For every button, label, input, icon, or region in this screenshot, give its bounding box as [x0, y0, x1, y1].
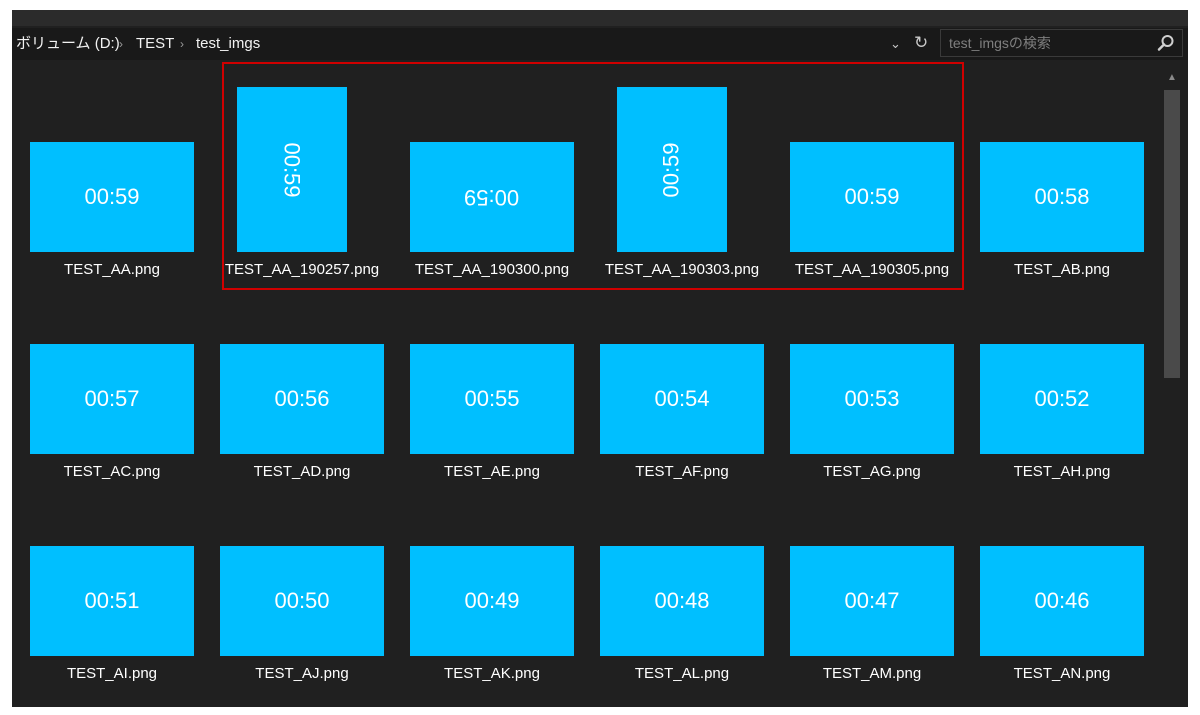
- file-name-label[interactable]: TEST_AK.png: [392, 665, 592, 683]
- refresh-icon[interactable]: ↻: [914, 34, 928, 52]
- file-thumbnail[interactable]: 00:57: [30, 344, 194, 454]
- file-item[interactable]: 00:56 TEST_AD.png: [212, 274, 392, 480]
- file-name-label[interactable]: TEST_AL.png: [582, 665, 782, 683]
- thumbnail-time-text: 00:57: [84, 386, 140, 411]
- thumbnail-time-text: 00:54: [654, 386, 710, 411]
- scroll-up-icon[interactable]: ▲: [1167, 72, 1177, 84]
- file-item[interactable]: 00:54 TEST_AF.png: [592, 274, 772, 480]
- thumbnail-time-text: 00:58: [1034, 184, 1090, 209]
- thumbnail-time-text: 00:56: [274, 386, 330, 411]
- thumbnail-time-text: 00:55: [464, 386, 520, 411]
- search-box[interactable]: [940, 29, 1183, 57]
- thumbnail-time-text: 00:59: [84, 184, 140, 209]
- file-item[interactable]: 00:52 TEST_AH.png: [972, 274, 1152, 480]
- file-item[interactable]: 00:50 TEST_AJ.png: [212, 476, 392, 682]
- chevron-right-icon[interactable]: ›: [119, 36, 123, 52]
- file-item[interactable]: 00:58 TEST_AB.png: [972, 72, 1152, 278]
- file-item[interactable]: 00:51 TEST_AI.png: [22, 476, 202, 682]
- file-thumbnail[interactable]: 00:52: [980, 344, 1144, 454]
- scroll-thumb[interactable]: [1164, 90, 1180, 378]
- file-item[interactable]: 00:49 TEST_AK.png: [402, 476, 582, 682]
- thumbnail-time-text: 00:47: [844, 588, 900, 613]
- breadcrumb-test-imgs[interactable]: test_imgs: [196, 36, 260, 52]
- file-item[interactable]: 00:47 TEST_AM.png: [782, 476, 962, 682]
- file-thumbnail[interactable]: 00:55: [410, 344, 574, 454]
- file-item[interactable]: 00:55 TEST_AE.png: [402, 274, 582, 480]
- title-strip: [12, 10, 1188, 26]
- file-thumbnail[interactable]: 00:46: [980, 546, 1144, 656]
- thumbnail-time-text: 00:49: [464, 588, 520, 613]
- file-thumbnail[interactable]: 00:58: [980, 142, 1144, 252]
- file-item[interactable]: 00:59 TEST_AA.png: [22, 72, 202, 278]
- search-icon[interactable]: [1156, 33, 1176, 53]
- file-thumbnail[interactable]: 00:53: [790, 344, 954, 454]
- file-item[interactable]: 00:48 TEST_AL.png: [592, 476, 772, 682]
- thumbnail-time-text: 00:53: [844, 386, 900, 411]
- file-thumbnail[interactable]: 00:54: [600, 344, 764, 454]
- file-item[interactable]: 00:46 TEST_AN.png: [972, 476, 1152, 682]
- file-name-label[interactable]: TEST_AJ.png: [202, 665, 402, 683]
- file-thumbnail[interactable]: 00:51: [30, 546, 194, 656]
- file-grid: 00:59 TEST_AA.png 00:59 TEST_AA_190257.png 0…: [12, 62, 1188, 707]
- chevron-down-icon[interactable]: ⌄: [890, 36, 901, 52]
- breadcrumb-test[interactable]: TEST: [136, 36, 174, 52]
- file-thumbnail[interactable]: 00:47: [790, 546, 954, 656]
- file-item[interactable]: 00:53 TEST_AG.png: [782, 274, 962, 480]
- chevron-right-icon[interactable]: ›: [180, 36, 184, 52]
- search-input[interactable]: [949, 34, 1149, 52]
- file-name-label[interactable]: TEST_AM.png: [772, 665, 972, 683]
- thumbnail-time-text: 00:52: [1034, 386, 1090, 411]
- selection-outline: [222, 62, 964, 290]
- file-name-label[interactable]: TEST_AN.png: [962, 665, 1162, 683]
- file-name-label[interactable]: TEST_AI.png: [12, 665, 212, 683]
- file-thumbnail[interactable]: 00:50: [220, 546, 384, 656]
- address-bar[interactable]: ボリューム (D:) › TEST › test_imgs ⌄ ↻: [12, 28, 1188, 60]
- file-thumbnail[interactable]: 00:56: [220, 344, 384, 454]
- breadcrumb-volume[interactable]: ボリューム (D:): [16, 36, 120, 52]
- file-thumbnail[interactable]: 00:48: [600, 546, 764, 656]
- file-thumbnail[interactable]: 00:49: [410, 546, 574, 656]
- thumbnail-time-text: 00:46: [1034, 588, 1090, 613]
- file-explorer-window: ボリューム (D:) › TEST › test_imgs ⌄ ↻ 00:59T…: [12, 10, 1188, 707]
- file-thumbnail[interactable]: 00:59: [30, 142, 194, 252]
- thumbnail-time-text: 00:50: [274, 588, 330, 613]
- file-item[interactable]: 00:57 TEST_AC.png: [22, 274, 202, 480]
- thumbnail-time-text: 00:48: [654, 588, 710, 613]
- vertical-scrollbar[interactable]: ▲: [1162, 72, 1182, 707]
- thumbnail-time-text: 00:51: [84, 588, 140, 613]
